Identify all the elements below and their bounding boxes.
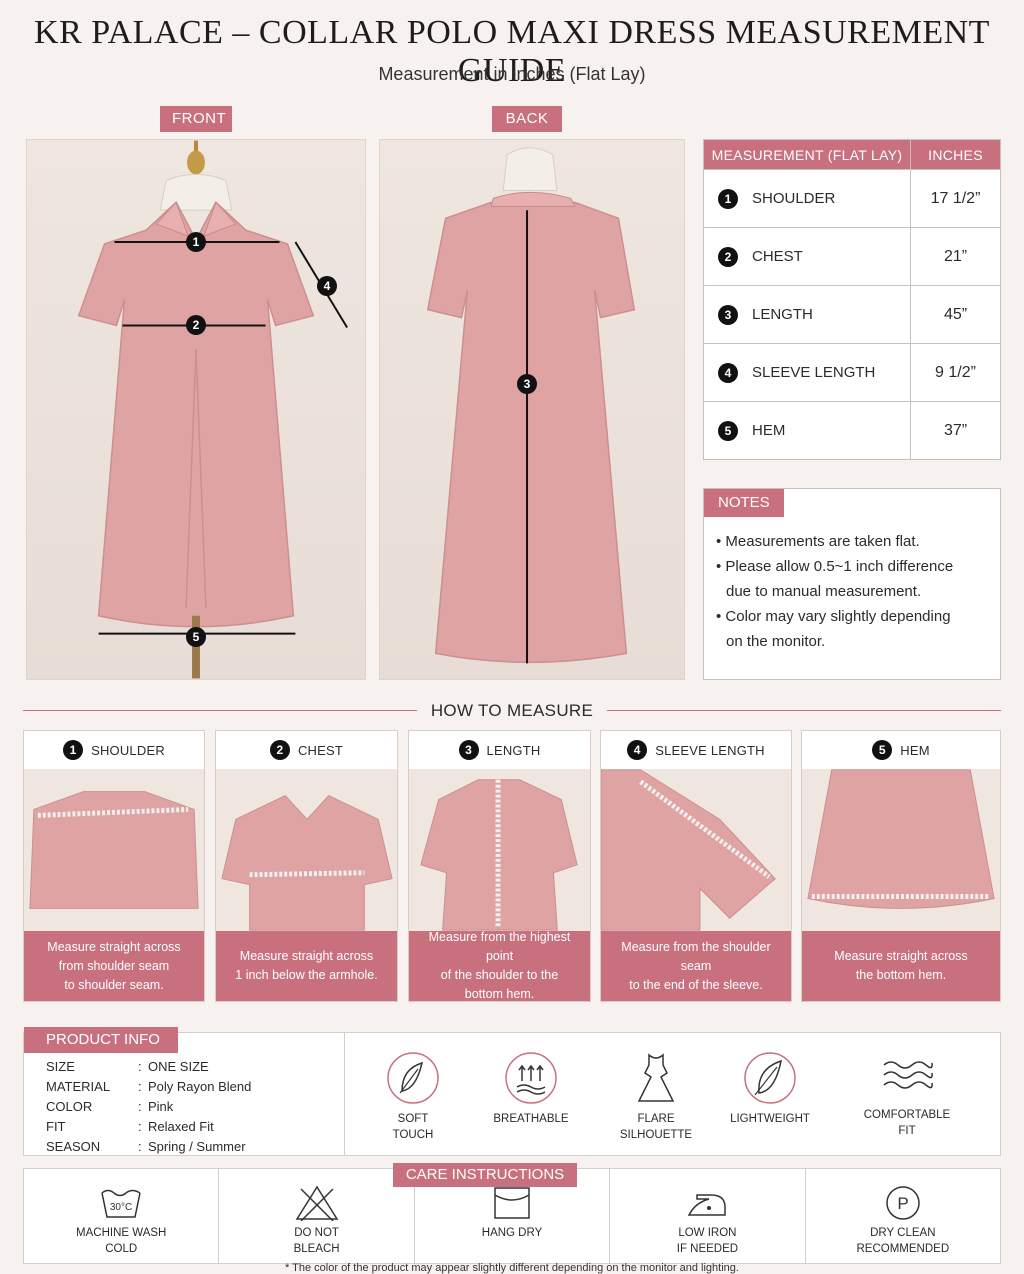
waves-icon [883, 1061, 933, 1089]
notes-title: NOTES [704, 489, 784, 517]
feature-soft-touch: SOFT TOUCH [353, 1051, 473, 1143]
info-row: MATERIAL: Poly Rayon Blend [46, 1079, 252, 1094]
inches-col-header: INCHES [910, 139, 1001, 170]
marker-2: 2 [186, 315, 206, 335]
row-name: LENGTH [752, 305, 813, 323]
table-row: 4 SLEEVE LENGTH 9 1/2” [703, 343, 1001, 402]
low-iron-icon [688, 1194, 727, 1216]
row-name: SLEEVE LENGTH [752, 363, 876, 381]
card-caption: Measure straight across from shoulder sea… [24, 931, 204, 1001]
row-name: SHOULDER [752, 189, 836, 207]
card-title: LENGTH [486, 742, 541, 758]
card-title: CHEST [297, 742, 344, 758]
measure-card-sleeve: 4 SLEEVE LENGTH Measure from the shoulder… [600, 730, 792, 1002]
back-photo: 3 [379, 139, 685, 680]
breathable-icon [505, 1052, 557, 1104]
back-label: BACK [492, 106, 562, 132]
divider [344, 1033, 345, 1155]
row-name: HEM [752, 421, 786, 439]
card-title: HEM [900, 742, 930, 758]
wash-temperature: 30°C [110, 1202, 132, 1213]
front-label: FRONT [160, 106, 232, 132]
marker-1: 1 [186, 232, 206, 252]
measure-card-shoulder: 1 SHOULDER Measure straight across from sh… [23, 730, 205, 1002]
feature-lightweight: LIGHTWEIGHT [710, 1051, 830, 1127]
card-title: SLEEVE LENGTH [655, 742, 765, 758]
front-dress-illustration [77, 140, 348, 679]
care-no-bleach: DO NOT BLEACH [219, 1169, 415, 1263]
table-row: 5 HEM 37” [703, 401, 1001, 460]
no-bleach-icon [295, 1185, 338, 1221]
table-row: 1 SHOULDER 17 1/2” [703, 169, 1001, 228]
marker-5: 5 [186, 627, 206, 647]
sleeve-photo [601, 769, 791, 931]
care-machine-wash: 30°C MACHINE WASH COLD [24, 1169, 220, 1263]
note-item: Measurements are taken flat. [716, 529, 953, 554]
product-info-title: PRODUCT INFO [24, 1027, 178, 1053]
feature-breathable: BREATHABLE [471, 1051, 591, 1127]
dress-icon [637, 1053, 675, 1102]
shoulder-photo [24, 769, 204, 931]
front-photo: 1 2 4 5 [26, 139, 366, 680]
info-row: SIZE: ONE SIZE [46, 1059, 209, 1074]
footnote: * The color of the product may appear sl… [285, 1262, 739, 1274]
row-number: 5 [718, 420, 738, 441]
note-item: Color may vary slightly dependingon the … [716, 604, 953, 654]
measurement-table: MEASUREMENT (FLAT LAY) INCHES 1 SHOULDER … [703, 139, 1001, 460]
card-caption: Measure from the highest point of the sho… [409, 930, 590, 1001]
card-title: SHOULDER [91, 742, 165, 758]
length-photo [409, 769, 590, 931]
feather-icon [744, 1052, 796, 1104]
dry-clean-letter: P [897, 1194, 908, 1213]
note-item: Please allow 0.5~1 inch differencedue to… [716, 554, 953, 604]
hang-dry-icon [494, 1187, 530, 1219]
row-number: 4 [718, 362, 738, 383]
row-name: CHEST [752, 247, 803, 265]
measure-card-hem: 5 HEM Measure straight across the bottom h… [801, 730, 1001, 1002]
row-number: 2 [718, 246, 738, 267]
marker-3: 3 [517, 374, 537, 394]
notes-panel: NOTES Measurements are taken flat. Pleas… [703, 488, 1001, 680]
machine-wash-icon: 30°C [101, 1189, 141, 1218]
marker-4: 4 [317, 276, 337, 296]
back-dress-illustration [426, 147, 636, 664]
care-low-iron: LOW IRON IF NEEDED [610, 1169, 806, 1263]
feature-comfortable-fit: COMFORTABLE FIT [847, 1051, 967, 1139]
product-info-panel: PRODUCT INFO SIZE: ONE SIZE MATERIAL: Poly… [23, 1027, 1001, 1156]
care-title: CARE INSTRUCTIONS [393, 1163, 577, 1187]
info-row: COLOR: Pink [46, 1099, 174, 1114]
care-dry-clean: P DRY CLEAN RECOMMENDED [806, 1169, 1000, 1263]
card-caption: Measure straight across the bottom hem. [802, 931, 1000, 1001]
row-value: 9 1/2” [910, 343, 1001, 402]
page-subtitle: Measurement in inches (Flat Lay) [378, 64, 646, 84]
measurement-col-header: MEASUREMENT (FLAT LAY) [703, 139, 911, 170]
row-value: 45” [910, 285, 1001, 344]
row-value: 17 1/2” [910, 169, 1001, 228]
chest-photo [216, 769, 397, 931]
card-caption: Measure from the shoulder seam to the end… [601, 931, 791, 1001]
dry-clean-icon: P [886, 1186, 920, 1220]
feature-flare-silhouette: FLARE SILHOUETTE [596, 1051, 716, 1143]
feather-icon [387, 1052, 439, 1104]
row-number: 1 [718, 188, 738, 209]
info-row: FIT: Relaxed Fit [46, 1119, 214, 1134]
row-value: 37” [910, 401, 1001, 460]
row-value: 21” [910, 227, 1001, 286]
card-caption: Measure straight across 1 inch below the … [216, 931, 397, 1001]
row-number: 3 [718, 304, 738, 325]
measure-card-length: 3 LENGTH Measure from the highest point of… [408, 730, 591, 1002]
how-to-measure-title: HOW TO MEASURE [0, 701, 1024, 721]
info-row: SEASON: Spring / Summer [46, 1139, 246, 1154]
hem-photo [802, 769, 1000, 931]
measure-card-chest: 2 CHEST Measure straight across 1 inch bel… [215, 730, 398, 1002]
table-row: 2 CHEST 21” [703, 227, 1001, 286]
table-row: 3 LENGTH 45” [703, 285, 1001, 344]
